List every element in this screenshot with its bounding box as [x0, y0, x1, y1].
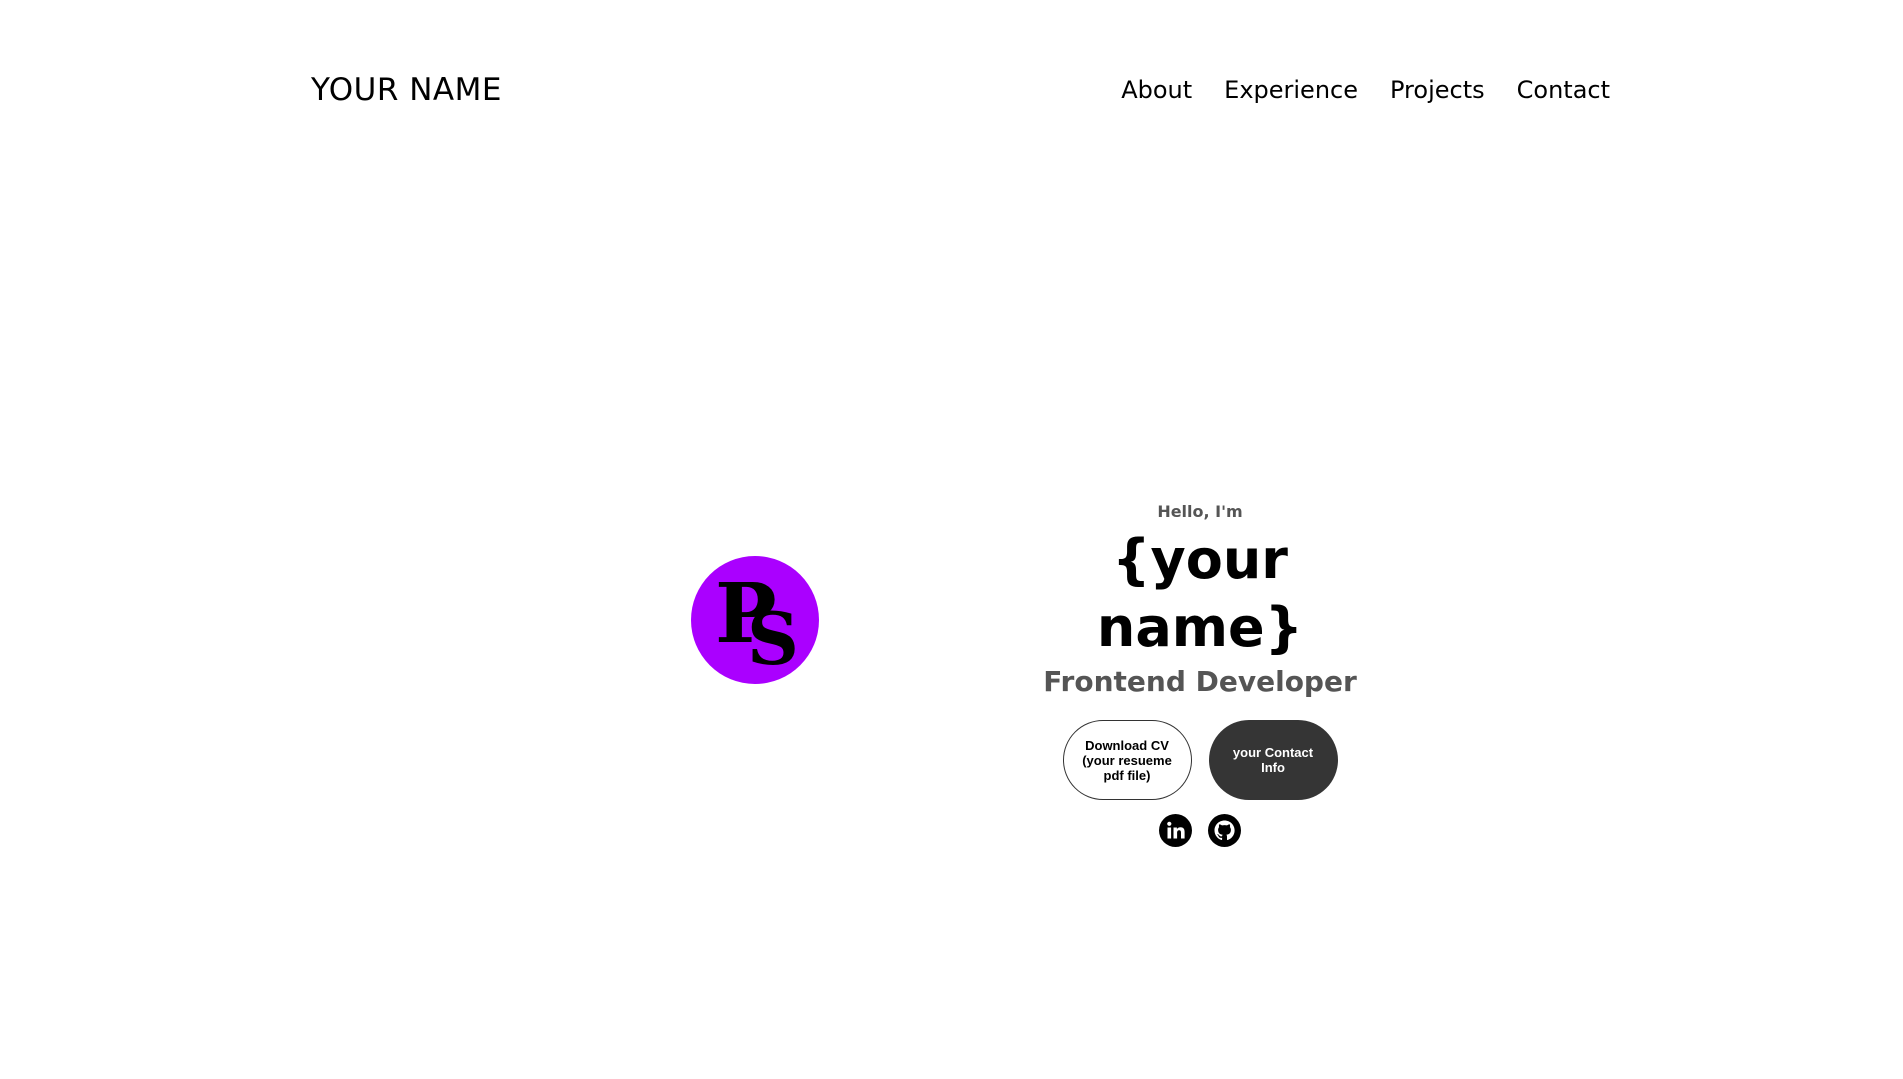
github-icon[interactable]	[1208, 814, 1241, 847]
nav-item-experience: Experience	[1224, 76, 1358, 104]
ps-monogram-logo: P S	[715, 566, 799, 681]
linkedin-icon[interactable]	[1159, 814, 1192, 847]
button-row: Download CV (your resueme pdf file) your…	[1020, 720, 1380, 800]
hero-text: Hello, I'm {your name} Frontend Develope…	[1020, 498, 1380, 847]
download-cv-button[interactable]: Download CV (your resueme pdf file)	[1062, 720, 1192, 800]
greeting: Hello, I'm	[1157, 502, 1243, 521]
nav-links: About Experience Projects Contact	[1121, 76, 1610, 104]
nav-link-about[interactable]: About	[1121, 76, 1192, 104]
nav-item-projects: Projects	[1390, 76, 1485, 104]
nav-link-projects[interactable]: Projects	[1390, 76, 1485, 104]
hero-role: Frontend Developer	[1043, 665, 1357, 698]
nav-link-experience[interactable]: Experience	[1224, 76, 1358, 104]
social-links	[1020, 814, 1380, 847]
nav-item-about: About	[1121, 76, 1192, 104]
profile-picture: P S	[691, 556, 819, 684]
contact-info-button[interactable]: your Contact Info	[1208, 720, 1338, 800]
site-logo[interactable]: YOUR NAME	[311, 72, 502, 108]
nav-item-contact: Contact	[1517, 76, 1610, 104]
navbar: YOUR NAME About Experience Projects Cont…	[0, 0, 1903, 180]
svg-text:S: S	[747, 596, 799, 681]
hero-name: {your name}	[1096, 528, 1304, 659]
nav-link-contact[interactable]: Contact	[1517, 76, 1610, 104]
